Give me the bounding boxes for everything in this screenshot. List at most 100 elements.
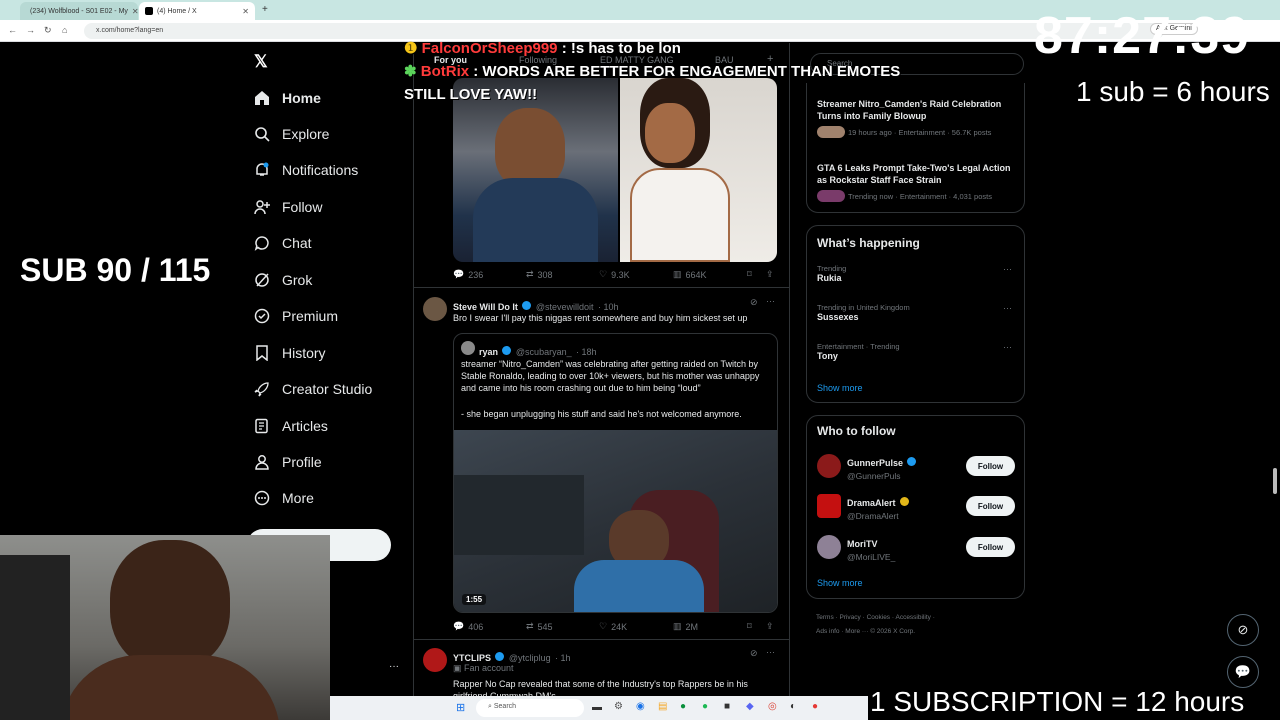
url-field[interactable]: x.com/home?lang=en [84,23,1164,39]
forward-icon[interactable]: → [26,25,35,35]
repost-button[interactable]: ⇄ 545 [526,621,553,632]
browser-tab-wolfblood[interactable]: (234) Wolfblood - S01 E02 - My ✕ [20,2,138,20]
sidebar-item-grok[interactable]: Grok [254,272,312,288]
messages-floating-icon[interactable]: 💬 [1227,656,1259,688]
sidebar-item-chat[interactable]: Chat [254,235,312,251]
footer-link[interactable]: More ··· [845,628,868,635]
spotify-icon[interactable]: ● [702,701,708,712]
follow-button[interactable]: Follow [966,496,1015,516]
folder-icon[interactable]: ▤ [658,701,667,712]
grok-floating-icon[interactable]: ⊘ [1227,614,1259,646]
footer-link[interactable]: Terms [816,614,834,621]
chrome-icon[interactable]: ◎ [768,701,777,712]
app-icon[interactable]: ■ [724,701,730,712]
repost-button[interactable]: ⇄ 308 [526,269,553,280]
trend-item[interactable]: Entertainment · Trending Tony [817,342,900,361]
grok-icon[interactable]: ⊘ [750,297,758,308]
new-tab-icon[interactable]: + [262,4,268,15]
bookmark-icon[interactable]: ⌑ [747,621,752,632]
close-icon[interactable]: ✕ [242,7,249,16]
bookmark-icon[interactable]: ⌑ [747,269,752,280]
trend-meta: Entertainment · Trending [817,342,900,351]
obs-icon[interactable]: ◐ [790,701,796,712]
xbox-icon[interactable]: ● [680,701,686,712]
follow-suggestion[interactable]: GunnerPulse @GunnerPuls [847,453,917,481]
footer-link[interactable]: Privacy [839,614,860,621]
avatar[interactable] [423,648,447,672]
like-button[interactable]: ♡ 24K [599,621,627,632]
home-button-icon[interactable]: ⌂ [62,25,67,35]
close-icon[interactable]: ✕ [132,7,138,16]
discord-icon[interactable]: ◆ [746,701,754,712]
tweet-image[interactable] [620,78,777,262]
news-item[interactable]: GTA 6 Leaks Prompt Take-Two's Legal Acti… [817,162,1017,202]
start-icon[interactable]: ⊞ [456,701,465,714]
sidebar-item-home[interactable]: Home [254,90,321,106]
more-options-icon[interactable]: ··· [1003,303,1012,313]
tweet-time[interactable]: · 10h [598,302,619,312]
follow-suggestion[interactable]: MoriTV @MoriLIVE_ [847,534,895,562]
like-button[interactable]: ♡ 9.3K [599,269,630,280]
views-button[interactable]: ▥ 664K [673,269,707,280]
quote-tweet[interactable]: ryan @scubaryan_ · 18h streamer “Nitro_C… [453,333,778,613]
footer-link[interactable]: Cookies [867,614,890,621]
back-icon[interactable]: ← [8,25,17,35]
follow-suggestion[interactable]: DramaAlert @DramaAlert [847,493,909,521]
sidebar-item-explore[interactable]: Explore [254,126,329,142]
grok-icon[interactable]: ⊘ [750,648,758,659]
app-icon[interactable]: ● [812,701,818,712]
chat-text: : !s has to be lon [561,40,681,57]
sidebar-item-premium[interactable]: Premium [254,308,338,324]
follow-button[interactable]: Follow [966,456,1015,476]
more-options-icon[interactable]: ··· [766,647,775,657]
file-explorer-icon[interactable]: ▬ [592,702,602,713]
share-icon[interactable]: ⇪ [766,621,774,632]
show-more-link[interactable]: Show more [817,578,863,588]
show-more-link[interactable]: Show more [817,383,863,393]
sidebar-item-creator-studio[interactable]: Creator Studio [254,381,372,397]
more-options-icon[interactable]: ··· [1003,264,1012,274]
sidebar-item-follow[interactable]: Follow [254,199,322,215]
follow-button[interactable]: Follow [966,537,1015,557]
footer-link[interactable]: Ads info [816,628,840,635]
browser-tab-x-home[interactable]: (4) Home / X ✕ [139,2,255,20]
trend-item[interactable]: Trending Rukia [817,264,846,283]
sidebar-item-notifications[interactable]: Notifications [254,162,358,178]
author-name[interactable]: YTCLIPS [453,653,491,663]
person-icon [255,455,269,470]
author-handle[interactable]: @ytcliplug [509,653,551,663]
reply-button[interactable]: 💬 406 [453,621,483,632]
tweet-image[interactable] [453,78,618,262]
sidebar-item-profile[interactable]: Profile [254,454,322,470]
taskbar-search[interactable]: ⌕ Search [476,699,584,717]
footer-link[interactable]: Accessibility [895,614,930,621]
trend-item[interactable]: Trending in United Kingdom Sussexes [817,303,910,322]
account-menu-icon[interactable]: ··· [389,661,399,672]
avatar[interactable] [423,297,447,321]
grok-icon [255,273,269,287]
sidebar-item-articles[interactable]: Articles [254,418,328,434]
reload-icon[interactable]: ↻ [44,25,52,36]
sidebar-item-history[interactable]: History [254,345,326,361]
more-options-icon[interactable]: ··· [1003,342,1012,352]
chat-message: ❶ FalconOrSheep999 : !s has to be lon [404,39,681,57]
avatar[interactable] [817,535,841,559]
whats-happening-card: What’s happening Trending Rukia ··· Tren… [806,225,1025,403]
edge-icon[interactable]: ◉ [636,701,645,712]
share-icon[interactable]: ⇪ [766,269,774,280]
news-item[interactable]: Streamer Nitro_Camden's Raid Celebration… [817,98,1017,138]
sidebar-item-more[interactable]: More [254,490,314,506]
tweet-time[interactable]: · 1h [555,653,571,663]
author-name[interactable]: Steve Will Do It [453,302,518,312]
more-options-icon[interactable]: ··· [766,296,775,306]
avatar[interactable] [817,494,841,518]
scrollbar-thumb[interactable] [1273,468,1277,494]
views-button[interactable]: ▥ 2M [673,621,698,632]
settings-icon[interactable]: ⚙ [614,701,623,712]
avatar[interactable] [817,454,841,478]
author-handle[interactable]: @stevewilldoit [536,302,594,312]
video-player[interactable]: 1:55 [454,430,777,612]
reply-button[interactable]: 💬 236 [453,269,483,280]
x-logo-icon[interactable]: 𝕏 [254,52,268,72]
video-duration: 1:55 [462,594,487,605]
